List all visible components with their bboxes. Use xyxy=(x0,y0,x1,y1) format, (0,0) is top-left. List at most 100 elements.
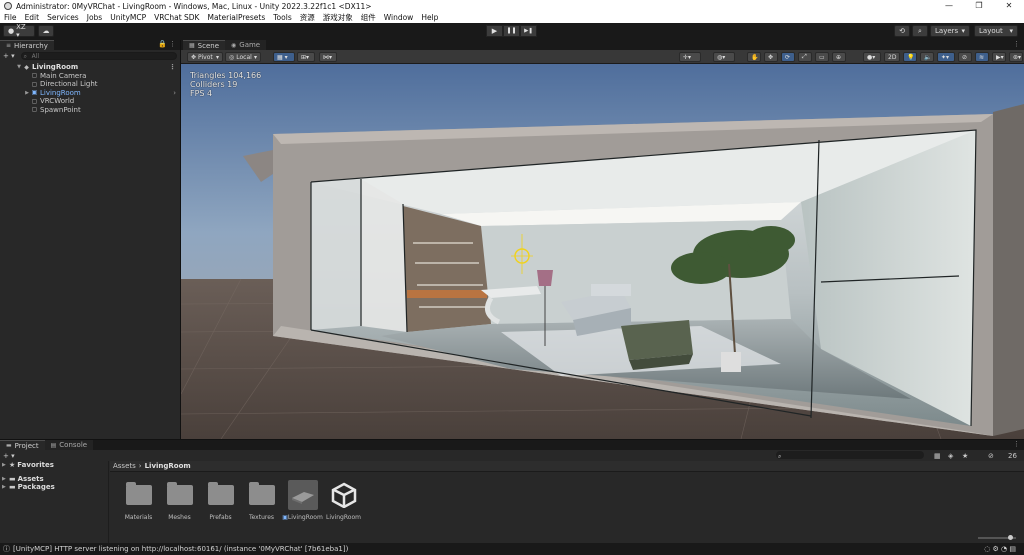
hierarchy-search-row: + ▾ ⌕ All xyxy=(0,50,180,61)
tab-console[interactable]: ▤ Console xyxy=(44,440,94,450)
menu-unitymcp[interactable]: UnityMCP xyxy=(106,13,150,22)
close-button[interactable]: ✕ xyxy=(994,0,1024,12)
hierarchy-tree: ▼ ◆ LivingRoom ⋮ ▢ Main Camera ▢ Directi… xyxy=(0,61,180,114)
hand-tool-button[interactable]: ✋ xyxy=(747,52,761,62)
project-panel: ▬ Project ▤ Console ⋮ + ▾ ⌕ ▦ ◈ ★ ⊘ 26 ▶… xyxy=(0,439,1024,544)
minimize-button[interactable]: — xyxy=(934,0,964,12)
transform-tool-button[interactable]: ⊕ xyxy=(832,52,846,62)
tree-packages[interactable]: ▶ ▬ Packages xyxy=(0,483,108,491)
tab-hierarchy[interactable]: ≡ Hierarchy xyxy=(0,40,54,50)
prefab-open-arrow-icon[interactable]: › xyxy=(173,89,176,97)
add-object-button[interactable]: + ▾ xyxy=(3,52,15,60)
play-button[interactable]: ▶ xyxy=(486,25,503,37)
kebab-menu-icon[interactable]: ⋮ xyxy=(169,63,176,71)
slider-knob[interactable] xyxy=(1008,535,1013,540)
expand-arrow-icon[interactable]: ▶ xyxy=(2,484,9,490)
expand-arrow-icon[interactable]: ▶ xyxy=(23,90,31,96)
asset-item[interactable]: Prefabs xyxy=(200,480,241,521)
search-by-label-icon[interactable]: ◈ xyxy=(948,452,953,460)
lighting-toggle-button[interactable]: 💡 xyxy=(903,52,917,62)
cloud-button[interactable]: ☁ xyxy=(38,25,54,37)
search-button[interactable]: ⌕ xyxy=(912,25,928,37)
menu-assets[interactable]: 资源 xyxy=(296,12,319,23)
rotate-tool-button[interactable]: ⟳ xyxy=(781,52,795,62)
pause-button[interactable]: ❚❚ xyxy=(503,25,520,37)
scene-viewport[interactable]: Triangles 104,166 Colliders 19 FPS 4 xyxy=(181,64,1024,439)
pivot-dropdown[interactable]: ✥ Pivot ▾ xyxy=(187,52,223,62)
asset-item-prefab[interactable]: ▣LivingRoom xyxy=(282,480,323,521)
hierarchy-item-scene[interactable]: ▼ ◆ LivingRoom ⋮ xyxy=(0,63,180,72)
orientation-gizmo-dropdown[interactable]: ✛▾ xyxy=(679,52,701,62)
menu-materialpresets[interactable]: MaterialPresets xyxy=(203,13,269,22)
maximize-button[interactable]: ❐ xyxy=(964,0,994,12)
asset-item-scene[interactable]: LivingRoom xyxy=(323,480,364,521)
audio-toggle-button[interactable]: 🔈 xyxy=(920,52,934,62)
menu-component[interactable]: 组件 xyxy=(357,12,380,23)
scene-visibility-button[interactable]: ≋ xyxy=(975,52,989,62)
expand-arrow-icon[interactable]: ▶ xyxy=(2,462,9,468)
lightbulb-icon: 💡 xyxy=(907,53,915,61)
local-dropdown[interactable]: ◎ Local ▾ xyxy=(225,52,261,62)
hierarchy-item[interactable]: ▢ SpawnPoint xyxy=(0,106,180,115)
step-button[interactable]: ▶❚ xyxy=(520,25,537,37)
menu-vrchat-sdk[interactable]: VRChat SDK xyxy=(150,13,203,22)
panel-kebab-menu[interactable]: ⋮ xyxy=(1013,40,1020,48)
snap-increment-dropdown[interactable]: ⊞▾ xyxy=(297,52,315,62)
axis-icon: ✛▾ xyxy=(683,53,692,61)
gizmos-dropdown[interactable]: ⊛▾ xyxy=(1009,52,1023,62)
tree-favorites[interactable]: ▶ ★ Favorites xyxy=(0,461,108,469)
hierarchy-item[interactable]: ▢ Main Camera xyxy=(0,72,180,81)
grid-snap-dropdown[interactable]: ▦ ▾ xyxy=(273,52,295,62)
layers-dropdown[interactable]: Layers ▾ xyxy=(930,25,970,37)
project-search-input[interactable]: ⌕ xyxy=(776,451,924,460)
effects-dropdown[interactable]: ✦▾ xyxy=(937,52,955,62)
menu-window[interactable]: Window xyxy=(380,13,418,22)
menu-edit[interactable]: Edit xyxy=(21,13,44,22)
status-bar: ⓘ [UnityMCP] HTTP server listening on ht… xyxy=(0,543,1024,555)
hidden-objects-toggle[interactable]: ⊘ xyxy=(958,52,972,62)
asset-item[interactable]: Materials xyxy=(118,480,159,521)
menu-file[interactable]: File xyxy=(0,13,21,22)
hierarchy-search-input[interactable]: ⌕ All xyxy=(20,51,177,60)
panel-lock-menu[interactable]: ⋮ xyxy=(1013,440,1020,448)
tab-scene[interactable]: ▦ Scene xyxy=(183,40,226,50)
history-button[interactable]: ⟲ xyxy=(894,25,910,37)
tree-assets[interactable]: ▶ ▬ Assets xyxy=(0,475,108,483)
create-asset-button[interactable]: + ▾ xyxy=(3,452,15,460)
status-message[interactable]: [UnityMCP] HTTP server listening on http… xyxy=(13,545,348,553)
hierarchy-item[interactable]: ▢ Directional Light xyxy=(0,80,180,89)
panel-lock-menu[interactable]: 🔒 ⋮ xyxy=(158,40,176,48)
breadcrumb-assets[interactable]: Assets xyxy=(113,462,136,470)
camera-icon: ▶▾ xyxy=(996,53,1004,61)
move-tool-button[interactable]: ✥ xyxy=(764,52,778,62)
asset-item[interactable]: Meshes xyxy=(159,480,200,521)
expand-arrow-icon[interactable]: ▼ xyxy=(15,64,23,70)
menu-help[interactable]: Help xyxy=(417,13,442,22)
menu-jobs[interactable]: Jobs xyxy=(83,13,106,22)
asset-item[interactable]: Textures xyxy=(241,480,282,521)
search-by-type-icon[interactable]: ▦ xyxy=(934,452,941,460)
breadcrumb-livingroom[interactable]: LivingRoom xyxy=(145,462,191,470)
hidden-packages-icon[interactable]: ⊘ xyxy=(988,452,994,460)
scale-tool-button[interactable]: ⤢ xyxy=(798,52,812,62)
tab-project[interactable]: ▬ Project xyxy=(0,440,45,450)
menu-gameobject[interactable]: 游戏对象 xyxy=(319,12,357,23)
account-dropdown[interactable]: ● XZ ▾ xyxy=(3,23,35,39)
rect-tool-button[interactable]: ▭ xyxy=(815,52,829,62)
toggle-2d-button[interactable]: 2D xyxy=(884,52,900,62)
expand-arrow-icon[interactable]: ▶ xyxy=(2,476,9,482)
shading-icon: ◍▾ xyxy=(717,53,726,61)
favorite-search-icon[interactable]: ★ xyxy=(962,452,968,460)
hierarchy-item-prefab[interactable]: ▶ ▣ LivingRoom › xyxy=(0,89,180,98)
icon-size-slider[interactable] xyxy=(978,535,1016,540)
tab-game[interactable]: ◉ Game xyxy=(225,40,267,50)
draw-mode-dropdown[interactable]: ◍▾ xyxy=(713,52,735,62)
layout-dropdown[interactable]: Layout ▾ xyxy=(974,25,1018,37)
render-mode-button[interactable]: ●▾ xyxy=(863,52,881,62)
increment-snap-button[interactable]: ⋈▾ xyxy=(319,52,337,62)
menu-services[interactable]: Services xyxy=(43,13,83,22)
menu-tools[interactable]: Tools xyxy=(269,13,295,22)
hierarchy-item[interactable]: ▢ VRCWorld xyxy=(0,97,180,106)
camera-settings-button[interactable]: ▶▾ xyxy=(992,52,1006,62)
breadcrumb-separator: › xyxy=(138,462,142,470)
